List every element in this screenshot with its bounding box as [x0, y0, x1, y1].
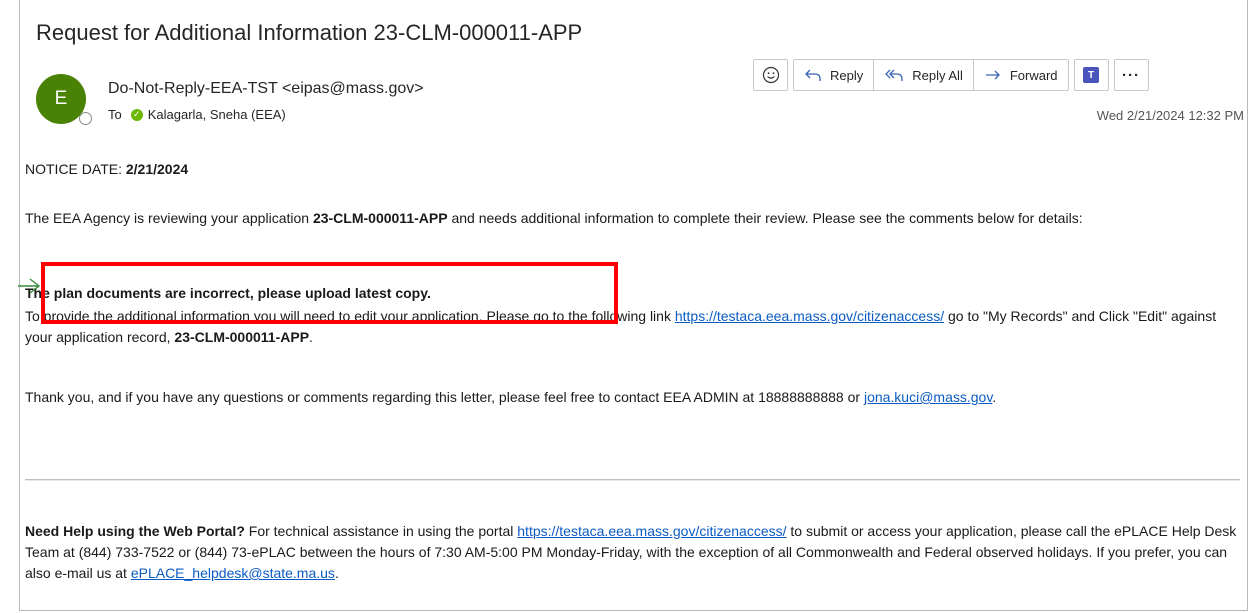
reply-icon [805, 69, 821, 81]
forward-label: Forward [1009, 67, 1058, 83]
divider [25, 479, 1240, 481]
help-heading: Need Help using the Web Portal? [25, 523, 245, 539]
intro-paragraph: The EEA Agency is reviewing your applica… [25, 208, 1240, 229]
more-icon: ··· [1122, 66, 1141, 84]
contact-end: . [992, 389, 997, 405]
message-actions-toolbar: Reply Reply All Forward T ··· [753, 59, 1149, 91]
intro-text: The EEA Agency is reviewing your applica… [25, 210, 313, 226]
recipient-row: To ✓ Kalagarla, Sneha (EEA) [108, 107, 286, 122]
email-subject: Request for Additional Information 23-CL… [36, 20, 583, 45]
reply-all-label: Reply All [912, 67, 963, 83]
received-timestamp: Wed 2/21/2024 12:32 PM [1096, 108, 1244, 123]
help-portal-link[interactable]: https://testaca.eea.mass.gov/citizenacce… [517, 523, 786, 539]
teams-share-button[interactable]: T [1073, 59, 1109, 91]
forward-icon [985, 70, 1000, 80]
check-icon: ✓ [130, 108, 143, 121]
teams-icon: T [1083, 67, 1100, 83]
presence-status-icon [79, 112, 92, 125]
smiley-icon [762, 66, 779, 84]
reply-all-button[interactable]: Reply All [874, 60, 974, 90]
more-actions-button[interactable]: ··· [1113, 59, 1149, 91]
help-paragraph: Need Help using the Web Portal? For tech… [25, 521, 1240, 584]
to-label: To [108, 107, 122, 122]
arrow-icon [18, 278, 41, 294]
reply-button[interactable]: Reply [794, 60, 875, 90]
intro-text-cont: and needs additional information to comp… [447, 210, 1083, 226]
help-end: . [334, 565, 339, 581]
notice-date-value: 2/21/2024 [125, 161, 189, 177]
recipient-name[interactable]: Kalagarla, Sneha (EEA) [148, 107, 286, 122]
contact-email-link[interactable]: jona.kuci@mass.gov [864, 389, 992, 405]
reaction-button[interactable] [753, 59, 788, 91]
citizen-access-link[interactable]: https://testaca.eea.mass.gov/citizenacce… [675, 308, 944, 324]
forward-button[interactable]: Forward [974, 60, 1068, 90]
sender-address[interactable]: Do-Not-Reply-EEA-TST <eipas@mass.gov> [108, 80, 424, 98]
application-id-2: 23-CLM-000011-APP [174, 329, 310, 345]
contact-paragraph: Thank you, and if you have any questions… [25, 387, 1240, 408]
application-id: 23-CLM-000011-APP [312, 210, 448, 226]
notice-date-line: NOTICE DATE: 2/21/2024 [25, 159, 1240, 180]
reply-label: Reply [830, 67, 864, 83]
instructions-end: . [309, 329, 313, 345]
helpdesk-email-link[interactable]: ePLACE_helpdesk@state.ma.us [131, 565, 335, 581]
reply-all-icon [885, 69, 903, 81]
highlight-box [41, 262, 618, 324]
reply-button-group: Reply Reply All Forward [793, 59, 1069, 91]
avatar-initial: E [54, 88, 68, 109]
notice-date-label: NOTICE DATE: [25, 161, 126, 177]
contact-text: Thank you, and if you have any questions… [25, 389, 864, 405]
help-text: For technical assistance in using the po… [244, 523, 518, 539]
